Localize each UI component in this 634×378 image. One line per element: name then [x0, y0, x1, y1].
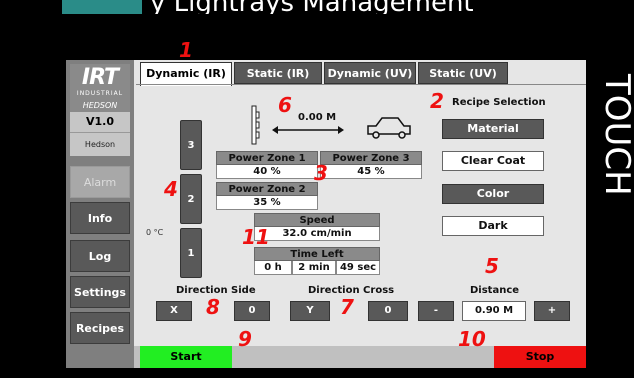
annotation-2: 2 [430, 89, 444, 113]
zone-3-button[interactable]: 3 [180, 120, 202, 170]
tab-static-uv[interactable]: Static (UV) [418, 62, 508, 84]
distance-value[interactable]: 0.90 M [462, 301, 526, 321]
time-left-seconds: 49 sec [336, 261, 380, 275]
lamp-distance-diagram [251, 105, 411, 145]
top-bar-fragment: y Lightrays Management [0, 0, 634, 14]
annotation-7: 7 [340, 295, 354, 319]
log-button[interactable]: Log [70, 240, 130, 272]
logo-sub: INDUSTRIAL [76, 90, 124, 97]
tab-static-ir[interactable]: Static (IR) [234, 62, 322, 84]
annotation-9: 9 [238, 327, 252, 351]
recipe-clear-coat-button[interactable]: Clear Coat [442, 151, 544, 171]
info-button[interactable]: Info [70, 202, 130, 234]
zone-2-button[interactable]: 2 [180, 174, 202, 224]
annotation-4: 4 [164, 177, 178, 201]
annotation-8: 8 [206, 295, 220, 319]
settings-button[interactable]: Settings [70, 276, 130, 308]
distance-minus-button[interactable]: - [418, 301, 454, 321]
direction-cross-axis-button[interactable]: Y [290, 301, 330, 321]
time-left-label: Time Left [254, 247, 380, 261]
alarm-button[interactable]: Alarm [70, 166, 130, 198]
temperature-readout: 0 °C [146, 228, 164, 237]
partner-logo: HEDSON [70, 100, 130, 112]
distance-plus-button[interactable]: + [534, 301, 570, 321]
teal-strip [62, 0, 142, 14]
tab-dynamic-uv[interactable]: Dynamic (UV) [324, 62, 416, 84]
annotation-3: 3 [314, 161, 328, 185]
partner-logo-text: HEDSON [82, 101, 118, 110]
stop-button[interactable]: Stop [494, 346, 586, 368]
start-button[interactable]: Start [140, 346, 232, 368]
power-zone-3-value[interactable]: 45 % [320, 165, 422, 179]
annotation-10: 10 [458, 327, 486, 351]
direction-side-axis-button[interactable]: X [156, 301, 192, 321]
recipe-selection-title: Recipe Selection [452, 97, 546, 108]
power-zone-2-label: Power Zone 2 [216, 182, 318, 196]
power-zone-1-value[interactable]: 40 % [216, 165, 318, 179]
annotation-5: 5 [485, 254, 499, 278]
touch-label: TOUCH [586, 60, 634, 210]
distance-label: Distance [470, 285, 520, 296]
car-icon [367, 117, 411, 139]
logo-brand: IRT [81, 65, 119, 90]
distance-arrow-icon [272, 126, 344, 134]
lamp-icon [251, 105, 260, 145]
recipe-color-button[interactable]: Color [442, 184, 544, 204]
time-left-minutes: 2 min [292, 261, 336, 275]
annotation-11: 11 [242, 225, 270, 249]
zone-1-button[interactable]: 1 [180, 228, 202, 278]
recipes-button[interactable]: Recipes [70, 312, 130, 344]
speed-label: Speed [254, 213, 380, 227]
power-zone-1-label: Power Zone 1 [216, 151, 318, 165]
direction-cross-value-button[interactable]: 0 [368, 301, 408, 321]
recipe-material-button[interactable]: Material [442, 119, 544, 139]
time-left-hours: 0 h [254, 261, 292, 275]
power-zone-2-value[interactable]: 35 % [216, 196, 318, 210]
version-label: V1.0 [70, 112, 130, 132]
direction-side-value-button[interactable]: 0 [234, 301, 270, 321]
power-zone-3-label: Power Zone 3 [320, 151, 422, 165]
recipe-dark-button[interactable]: Dark [442, 216, 544, 236]
site-name: Hedson [70, 132, 130, 156]
tab-dynamic-ir[interactable]: Dynamic (IR) [140, 62, 232, 86]
annotation-1: 1 [179, 38, 193, 62]
speed-value: 32.0 cm/min [254, 227, 380, 241]
annotation-6: 6 [278, 93, 292, 117]
lamp-distance-value: 0.00 M [298, 112, 337, 123]
tab-divider [136, 84, 586, 85]
header-fragment-text: y Lightrays Management [150, 0, 474, 14]
